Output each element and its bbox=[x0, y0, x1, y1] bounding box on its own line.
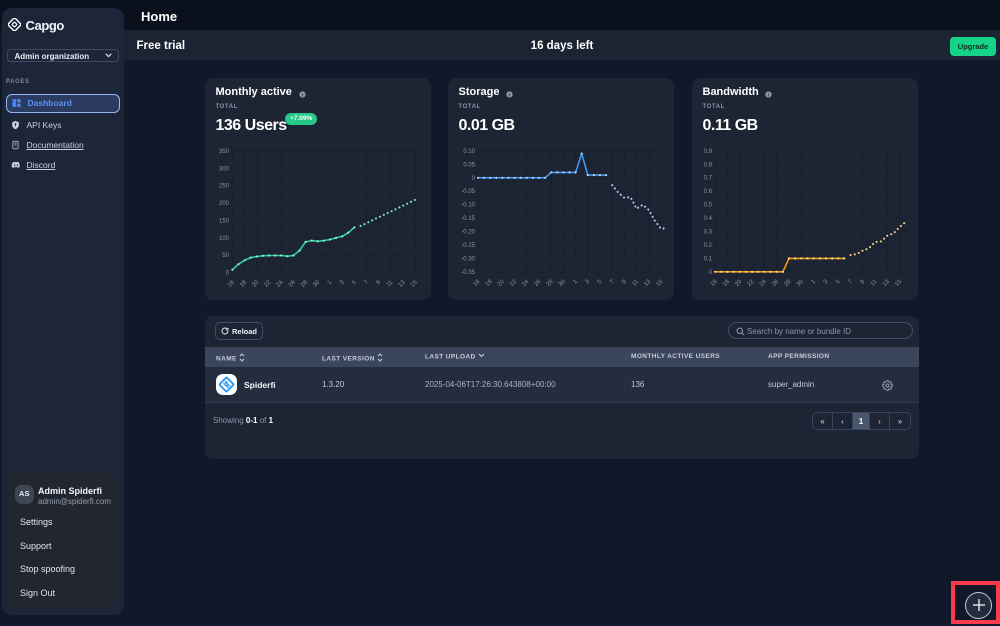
svg-text:i: i bbox=[509, 92, 510, 98]
svg-text:13: 13 bbox=[882, 279, 891, 288]
svg-text:0.10: 0.10 bbox=[463, 149, 475, 155]
svg-text:24: 24 bbox=[521, 279, 530, 288]
svg-text:0: 0 bbox=[709, 270, 713, 276]
svg-text:30: 30 bbox=[312, 279, 321, 288]
svg-text:7: 7 bbox=[847, 279, 854, 286]
svg-text:16: 16 bbox=[472, 279, 481, 288]
svg-text:i: i bbox=[768, 92, 769, 98]
svg-text:0: 0 bbox=[226, 271, 230, 277]
svg-text:300: 300 bbox=[219, 166, 230, 172]
svg-text:5: 5 bbox=[597, 279, 604, 286]
svg-text:26: 26 bbox=[533, 279, 542, 288]
svg-text:15: 15 bbox=[894, 279, 903, 288]
svg-text:20: 20 bbox=[734, 279, 743, 288]
svg-text:-0.20: -0.20 bbox=[461, 230, 475, 236]
svg-text:3: 3 bbox=[339, 279, 346, 286]
svg-text:1: 1 bbox=[810, 279, 817, 286]
svg-text:20: 20 bbox=[251, 279, 260, 288]
svg-text:-0.35: -0.35 bbox=[461, 270, 475, 276]
svg-text:22: 22 bbox=[263, 279, 272, 288]
svg-text:16: 16 bbox=[710, 279, 719, 288]
svg-text:0.8: 0.8 bbox=[704, 162, 713, 168]
svg-text:13: 13 bbox=[643, 279, 652, 288]
svg-text:-0.25: -0.25 bbox=[461, 243, 475, 249]
svg-text:250: 250 bbox=[219, 184, 230, 190]
svg-text:50: 50 bbox=[222, 253, 229, 259]
svg-text:20: 20 bbox=[497, 279, 506, 288]
svg-text:26: 26 bbox=[288, 279, 297, 288]
svg-text:150: 150 bbox=[219, 218, 230, 224]
svg-text:5: 5 bbox=[835, 279, 842, 286]
svg-text:350: 350 bbox=[219, 149, 230, 155]
svg-text:0.05: 0.05 bbox=[463, 162, 475, 168]
svg-text:26: 26 bbox=[771, 279, 780, 288]
svg-text:3: 3 bbox=[823, 279, 830, 286]
svg-text:28: 28 bbox=[783, 279, 792, 288]
svg-text:0: 0 bbox=[472, 176, 476, 182]
svg-text:11: 11 bbox=[386, 279, 395, 288]
svg-text:15: 15 bbox=[655, 279, 664, 288]
svg-text:0.1: 0.1 bbox=[704, 256, 713, 262]
svg-text:7: 7 bbox=[363, 279, 370, 286]
svg-text:15: 15 bbox=[410, 279, 419, 288]
svg-text:0.7: 0.7 bbox=[704, 176, 713, 182]
svg-text:30: 30 bbox=[796, 279, 805, 288]
svg-text:24: 24 bbox=[276, 279, 285, 288]
svg-text:-0.30: -0.30 bbox=[461, 256, 475, 262]
svg-text:9: 9 bbox=[621, 279, 628, 286]
svg-text:-0.15: -0.15 bbox=[461, 216, 475, 222]
svg-text:28: 28 bbox=[300, 279, 309, 288]
svg-text:18: 18 bbox=[722, 279, 731, 288]
svg-text:0.2: 0.2 bbox=[704, 243, 713, 249]
svg-text:18: 18 bbox=[485, 279, 494, 288]
svg-text:0.5: 0.5 bbox=[704, 203, 713, 209]
svg-text:100: 100 bbox=[219, 236, 230, 242]
svg-text:0.4: 0.4 bbox=[704, 216, 713, 222]
svg-text:9: 9 bbox=[860, 279, 867, 286]
svg-text:24: 24 bbox=[759, 279, 768, 288]
svg-text:1: 1 bbox=[572, 279, 579, 286]
svg-text:18: 18 bbox=[239, 279, 248, 288]
svg-text:11: 11 bbox=[870, 279, 879, 288]
svg-text:0.9: 0.9 bbox=[704, 149, 713, 155]
svg-text:3: 3 bbox=[585, 279, 592, 286]
svg-text:11: 11 bbox=[631, 279, 640, 288]
svg-text:5: 5 bbox=[351, 279, 358, 286]
svg-text:13: 13 bbox=[398, 279, 407, 288]
svg-text:22: 22 bbox=[747, 279, 756, 288]
svg-text:-0.10: -0.10 bbox=[461, 203, 475, 209]
svg-text:200: 200 bbox=[219, 201, 230, 207]
svg-text:9: 9 bbox=[376, 279, 383, 286]
svg-text:28: 28 bbox=[546, 279, 555, 288]
svg-text:0.6: 0.6 bbox=[704, 189, 713, 195]
svg-text:-0.05: -0.05 bbox=[461, 189, 475, 195]
svg-text:7: 7 bbox=[609, 279, 616, 286]
svg-text:1: 1 bbox=[327, 279, 334, 286]
svg-text:16: 16 bbox=[227, 279, 236, 288]
svg-text:0.3: 0.3 bbox=[704, 230, 713, 236]
svg-text:30: 30 bbox=[558, 279, 567, 288]
svg-text:i: i bbox=[302, 92, 303, 98]
svg-text:22: 22 bbox=[509, 279, 518, 288]
